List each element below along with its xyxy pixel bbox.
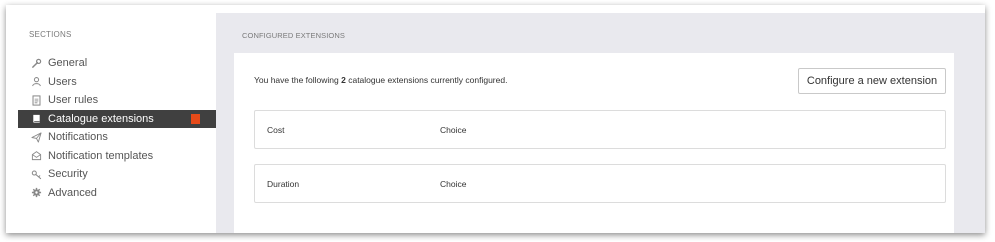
status-badge bbox=[191, 113, 200, 124]
list-item[interactable]: Duration Choice bbox=[254, 164, 946, 203]
sidebar-item-catalogue-extensions[interactable]: Catalogue extensions bbox=[18, 109, 216, 128]
sidebar-item-label: Security bbox=[48, 168, 88, 181]
sidebar-item-users[interactable]: Users bbox=[18, 73, 216, 92]
sidebar-item-label: User rules bbox=[48, 94, 99, 107]
app-window: SECTIONS General Users User rules Catalo… bbox=[6, 5, 985, 233]
list-item[interactable]: Cost Choice bbox=[254, 110, 946, 149]
sidebar-item-label: Advanced bbox=[48, 186, 97, 199]
wrench-icon bbox=[30, 57, 42, 69]
section-heading: CONFIGURED EXTENSIONS bbox=[242, 31, 345, 40]
sidebar-item-label: Users bbox=[48, 75, 77, 88]
extension-name: Duration bbox=[267, 179, 300, 189]
sidebar-item-label: Notification templates bbox=[48, 149, 154, 162]
extension-name: Cost bbox=[267, 125, 285, 135]
document-icon bbox=[30, 94, 42, 106]
sidebar-nav: General Users User rules Catalogue exten… bbox=[18, 54, 216, 202]
summary-text: You have the following 2 catalogue exten… bbox=[254, 75, 508, 85]
sidebar-item-label: Catalogue extensions bbox=[48, 112, 154, 125]
sidebar-item-notification-templates[interactable]: Notification templates bbox=[18, 147, 216, 166]
extensions-card: You have the following 2 catalogue exten… bbox=[234, 53, 954, 233]
sidebar-item-notifications[interactable]: Notifications bbox=[18, 128, 216, 147]
paper-plane-icon bbox=[30, 131, 42, 143]
configure-extension-button[interactable]: Configure a new extension bbox=[798, 68, 946, 94]
envelope-icon bbox=[30, 150, 42, 162]
sidebar-item-user-rules[interactable]: User rules bbox=[18, 91, 216, 110]
sidebar-item-general[interactable]: General bbox=[18, 54, 216, 73]
sidebar-item-label: General bbox=[48, 57, 88, 70]
extension-type: Choice bbox=[440, 179, 467, 189]
book-icon bbox=[30, 113, 42, 125]
sidebar-item-advanced[interactable]: Advanced bbox=[18, 184, 216, 203]
gear-icon bbox=[30, 187, 42, 199]
sidebar: SECTIONS General Users User rules Catalo… bbox=[18, 13, 216, 233]
sidebar-item-label: Notifications bbox=[48, 131, 108, 144]
key-icon bbox=[30, 168, 42, 180]
extension-type: Choice bbox=[440, 125, 467, 135]
sidebar-heading: SECTIONS bbox=[29, 30, 72, 39]
main-content: CONFIGURED EXTENSIONS You have the follo… bbox=[216, 13, 985, 233]
sidebar-item-security[interactable]: Security bbox=[18, 165, 216, 184]
user-icon bbox=[30, 76, 42, 88]
